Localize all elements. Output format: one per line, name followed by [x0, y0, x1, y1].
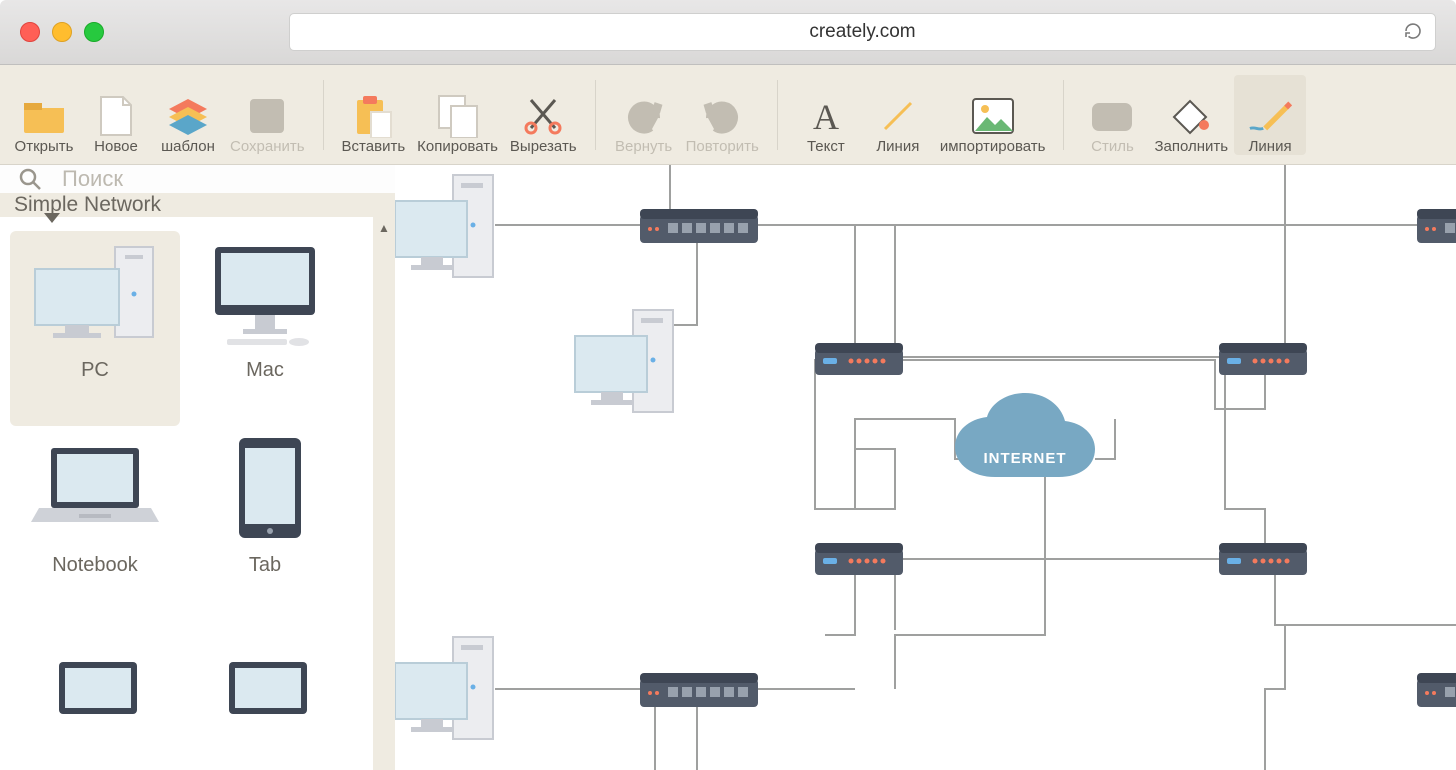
line-style-button[interactable]: Линия [1234, 75, 1306, 155]
text-icon: A [804, 94, 848, 138]
diagram-svg: INTERNET [395, 165, 1456, 770]
paste-button[interactable]: Вставить [336, 75, 412, 155]
node-pc-3 [395, 637, 493, 739]
shapes-grid: PC Mac [0, 217, 395, 770]
pc-icon [25, 239, 165, 349]
node-pc-1 [395, 175, 493, 277]
toolbar: Открыть Новое шаблон Сохранить Вставить … [0, 65, 1456, 165]
mac-icon [195, 239, 335, 349]
shape-pc[interactable]: PC [10, 231, 180, 426]
traffic-lights [20, 22, 104, 42]
import-button[interactable]: импортировать [934, 75, 1052, 155]
cut-icon [521, 94, 565, 138]
style-icon [1090, 94, 1134, 138]
search-icon[interactable] [0, 166, 60, 192]
open-button[interactable]: Открыть [8, 75, 80, 155]
shapes-scrollbar[interactable]: ▲ [373, 217, 395, 770]
address-bar[interactable]: creately.com [289, 13, 1436, 51]
node-switch-edge-2 [1417, 673, 1456, 707]
close-window-icon[interactable] [20, 22, 40, 42]
browser-chrome: creately.com [0, 0, 1456, 65]
undo-icon [622, 94, 666, 138]
image-icon [971, 94, 1015, 138]
redo-icon [700, 94, 744, 138]
search-row [0, 165, 395, 193]
node-switch-2 [640, 673, 758, 707]
pencil-line-icon [1248, 94, 1292, 138]
node-router-1 [815, 343, 903, 375]
node-router-2 [1219, 343, 1307, 375]
node-cloud: INTERNET [955, 393, 1095, 477]
refresh-icon[interactable] [1403, 21, 1423, 47]
shape-notebook[interactable]: Notebook [10, 426, 180, 621]
node-pc-2 [575, 310, 673, 412]
shape-extra-1[interactable] [10, 621, 180, 770]
node-router-4 [1219, 543, 1307, 575]
scroll-up-icon[interactable]: ▲ [373, 217, 395, 239]
device-icon [195, 629, 335, 739]
line-tool-button[interactable]: Линия [862, 75, 934, 155]
redo-button[interactable]: Повторить [680, 75, 765, 155]
diagram-canvas[interactable]: INTERNET [395, 165, 1456, 770]
node-router-3 [815, 543, 903, 575]
shape-mac[interactable]: Mac [180, 231, 350, 426]
zoom-window-icon[interactable] [84, 22, 104, 42]
minimize-window-icon[interactable] [52, 22, 72, 42]
line-icon [876, 94, 920, 138]
tablet-icon [195, 434, 335, 544]
node-switch-edge-1 [1417, 209, 1456, 243]
svg-text:A: A [813, 97, 839, 135]
address-url: creately.com [809, 21, 915, 43]
dropdown-caret-icon[interactable] [44, 213, 60, 223]
style-button[interactable]: Стиль [1076, 75, 1148, 155]
shape-tab[interactable]: Tab [180, 426, 350, 621]
shapes-panel: Simple Network [0, 165, 395, 770]
template-button[interactable]: шаблон [152, 75, 224, 155]
new-button[interactable]: Новое [80, 75, 152, 155]
fill-icon [1169, 94, 1213, 138]
save-button[interactable]: Сохранить [224, 75, 311, 155]
copy-icon [436, 94, 480, 138]
template-icon [166, 94, 210, 138]
save-icon [245, 94, 289, 138]
device-icon [25, 629, 165, 739]
notebook-icon [25, 434, 165, 544]
cut-button[interactable]: Вырезать [504, 75, 583, 155]
shape-extra-2[interactable] [180, 621, 350, 770]
svg-text:INTERNET: INTERNET [984, 450, 1067, 467]
folder-icon [22, 94, 66, 138]
node-switch-1 [640, 209, 758, 243]
new-file-icon [94, 94, 138, 138]
text-tool-button[interactable]: A Текст [790, 75, 862, 155]
undo-button[interactable]: Вернуть [608, 75, 680, 155]
search-input[interactable] [60, 165, 395, 193]
copy-button[interactable]: Копировать [411, 75, 504, 155]
paste-icon [351, 94, 395, 138]
fill-button[interactable]: Заполнить [1148, 75, 1234, 155]
